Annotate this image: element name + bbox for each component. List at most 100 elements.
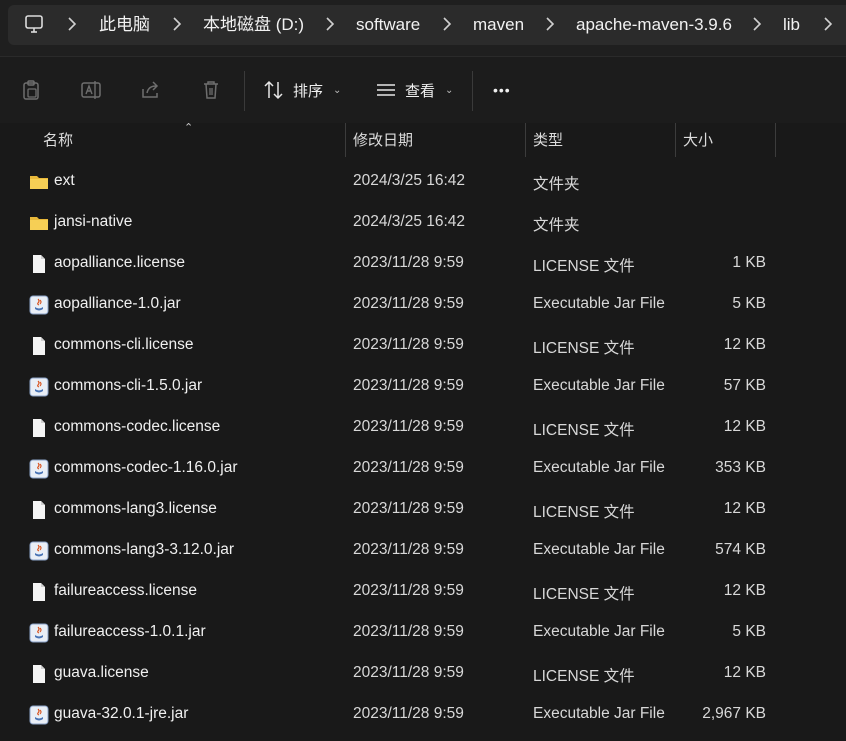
delete-icon[interactable] (200, 79, 222, 101)
file-icon (29, 336, 49, 356)
file-row[interactable]: commons-lang3-3.12.0.jar 2023/11/28 9:59 E… (0, 531, 846, 572)
file-type: Executable Jar File (533, 295, 665, 312)
chevron-right-icon[interactable] (544, 15, 556, 33)
file-size: 5 KB (732, 623, 766, 640)
file-icon (29, 582, 49, 602)
file-type: Executable Jar File (533, 541, 665, 558)
file-row[interactable]: failureaccess-1.0.1.jar 2023/11/28 9:59 Ex… (0, 613, 846, 654)
file-name: aopalliance.license (54, 254, 185, 271)
file-modified-date: 2023/11/28 9:59 (353, 623, 464, 640)
paste-icon[interactable] (20, 79, 42, 101)
column-divider[interactable] (525, 123, 526, 157)
column-size-header[interactable]: 大小 (683, 123, 713, 161)
jar-icon (29, 377, 49, 397)
file-type: LICENSE 文件 (533, 340, 635, 357)
file-modified-date: 2023/11/28 9:59 (353, 418, 464, 435)
chevron-right-icon[interactable] (66, 15, 78, 33)
view-label: 查看 (405, 82, 436, 100)
breadcrumb-item-drive-d[interactable]: 本地磁盘 (D:) (203, 14, 304, 36)
file-row[interactable]: aopalliance-1.0.jar 2023/11/28 9:59 Execut… (0, 285, 846, 326)
file-type: LICENSE 文件 (533, 422, 635, 439)
jar-icon (29, 623, 49, 643)
file-name: commons-lang3.license (54, 500, 217, 517)
column-type-header[interactable]: 类型 (533, 123, 563, 161)
file-type: Executable Jar File (533, 377, 665, 394)
breadcrumb-item-maven[interactable]: maven (473, 14, 524, 36)
chevron-right-icon[interactable] (751, 15, 763, 33)
chevron-right-icon[interactable] (441, 15, 453, 33)
file-size: 574 KB (715, 541, 766, 558)
file-size: 1 KB (732, 254, 766, 271)
address-bar: 此电脑 本地磁盘 (D:) software maven apache-mave… (0, 0, 846, 57)
file-row[interactable]: guava.license 2023/11/28 9:59 LICENSE 文件 12… (0, 654, 846, 695)
file-modified-date: 2023/11/28 9:59 (353, 377, 464, 394)
file-row[interactable]: aopalliance.license 2023/11/28 9:59 LICENS… (0, 244, 846, 285)
file-modified-date: 2023/11/28 9:59 (353, 459, 464, 476)
share-icon[interactable] (140, 79, 162, 101)
file-modified-date: 2023/11/28 9:59 (353, 336, 464, 353)
column-divider[interactable] (675, 123, 676, 157)
file-size: 57 KB (723, 377, 766, 394)
column-modified-header[interactable]: 修改日期 (353, 123, 413, 161)
chevron-right-icon[interactable] (171, 15, 183, 33)
sort-icon (264, 80, 283, 100)
file-row[interactable]: ext 2024/3/25 16:42 文件夹 (0, 162, 846, 203)
file-row[interactable]: jansi-native 2024/3/25 16:42 文件夹 (0, 203, 846, 244)
file-name: commons-lang3-3.12.0.jar (54, 541, 235, 558)
chevron-down-icon: ⌄ (333, 84, 342, 96)
file-name: failureaccess.license (54, 582, 198, 599)
file-size: 2,967 KB (702, 705, 766, 722)
folder-icon (29, 172, 49, 192)
jar-icon (29, 541, 49, 561)
file-row[interactable]: failureaccess.license 2023/11/28 9:59 LICE… (0, 572, 846, 613)
file-type: LICENSE 文件 (533, 668, 635, 685)
column-name-header[interactable]: 名称 (43, 123, 73, 161)
view-button[interactable]: 查看 ⌄ (375, 77, 453, 103)
breadcrumb-item-software[interactable]: software (356, 14, 420, 36)
file-row[interactable]: commons-lang3.license 2023/11/28 9:59 LICE… (0, 490, 846, 531)
file-size: 12 KB (723, 418, 766, 435)
file-name: failureaccess-1.0.1.jar (54, 623, 206, 640)
sort-button[interactable]: 排序 ⌄ (263, 77, 341, 103)
chevron-right-icon[interactable] (324, 15, 336, 33)
file-row[interactable]: commons-codec.license 2023/11/28 9:59 LICE… (0, 408, 846, 449)
file-row[interactable]: commons-cli.license 2023/11/28 9:59 LICENS… (0, 326, 846, 367)
breadcrumb-item-this-pc[interactable]: 此电脑 (99, 14, 150, 36)
breadcrumb-item-apache-maven[interactable]: apache-maven-3.9.6 (576, 14, 732, 36)
file-type: 文件夹 (533, 176, 580, 193)
file-icon (29, 254, 49, 274)
toolbar-divider (244, 71, 245, 111)
file-name: commons-codec.license (54, 418, 221, 435)
file-row[interactable]: commons-codec-1.16.0.jar 2023/11/28 9:59 E… (0, 449, 846, 490)
file-type: 文件夹 (533, 217, 580, 234)
file-size: 12 KB (723, 500, 766, 517)
file-modified-date: 2023/11/28 9:59 (353, 664, 464, 681)
jar-icon (29, 295, 49, 315)
breadcrumb-item-lib[interactable]: lib (783, 14, 800, 36)
file-row[interactable]: guava-32.0.1-jre.jar 2023/11/28 9:59 Execu… (0, 695, 846, 736)
file-modified-date: 2023/11/28 9:59 (353, 500, 464, 517)
folder-icon (29, 213, 49, 233)
this-pc-icon[interactable] (24, 14, 44, 34)
file-name: aopalliance-1.0.jar (54, 295, 181, 312)
chevron-right-icon[interactable] (822, 15, 834, 33)
column-divider[interactable] (345, 123, 346, 157)
more-icon: ••• (493, 82, 511, 98)
file-name: commons-cli.license (54, 336, 194, 353)
chevron-down-icon: ⌄ (445, 84, 454, 96)
file-size: 5 KB (732, 295, 766, 312)
file-name: ext (54, 172, 75, 189)
file-modified-date: 2023/11/28 9:59 (353, 295, 464, 312)
file-icon (29, 500, 49, 520)
more-options-button[interactable]: ••• (493, 77, 511, 103)
rename-icon[interactable] (80, 79, 102, 101)
file-name: guava.license (54, 664, 149, 681)
file-modified-date: 2024/3/25 16:42 (353, 213, 466, 230)
command-bar: 排序 ⌄ 查看 ⌄ ••• (0, 57, 846, 123)
column-divider[interactable] (775, 123, 776, 157)
file-row[interactable]: commons-cli-1.5.0.jar 2023/11/28 9:59 Exec… (0, 367, 846, 408)
file-icon (29, 418, 49, 438)
file-name: guava-32.0.1-jre.jar (54, 705, 189, 722)
file-modified-date: 2023/11/28 9:59 (353, 582, 464, 599)
file-size: 12 KB (723, 582, 766, 599)
